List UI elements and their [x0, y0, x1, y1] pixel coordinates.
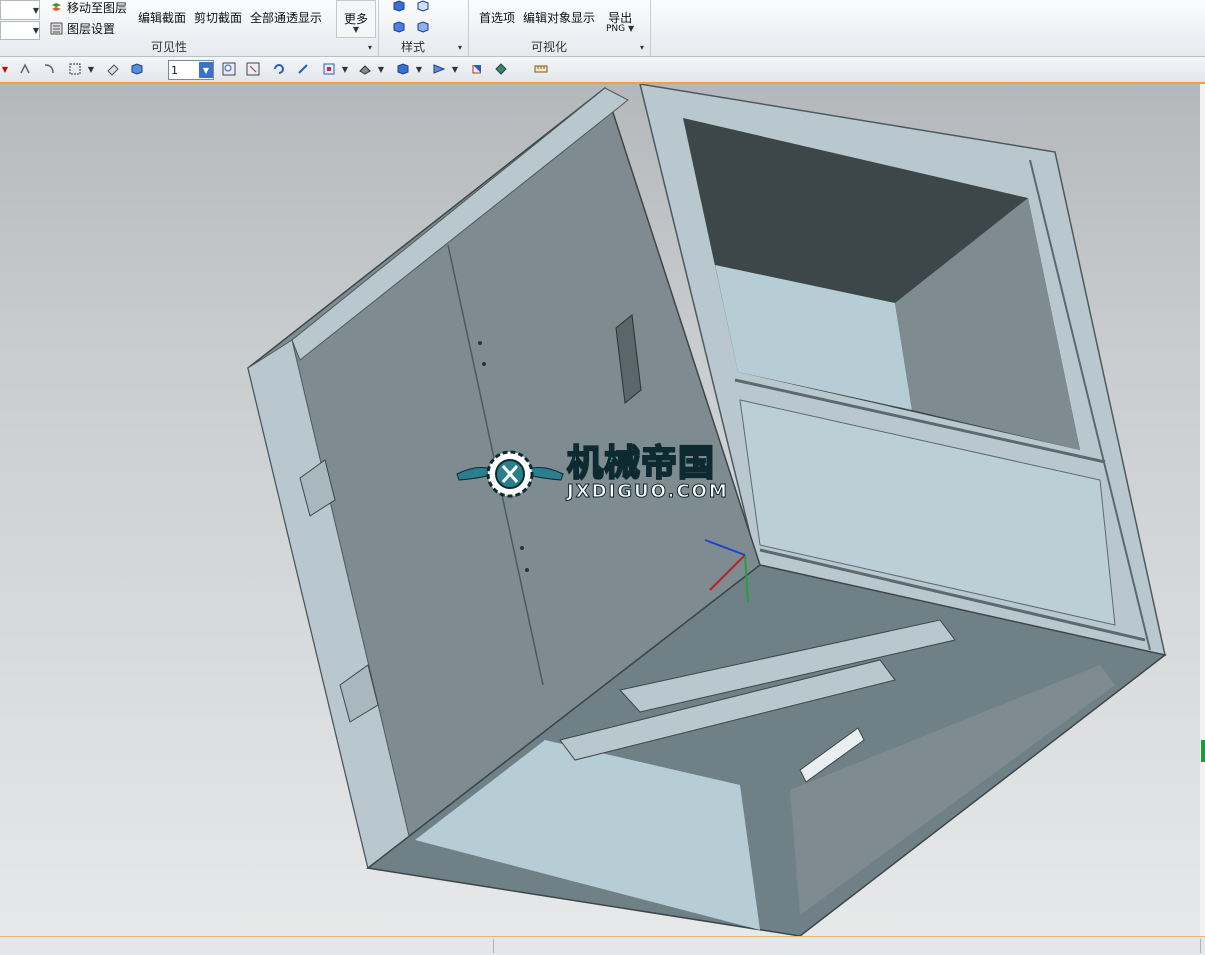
edit-object-display-label: 编辑对象显示: [523, 11, 596, 25]
status-divider: [493, 939, 494, 953]
view-orient-icon[interactable]: [320, 60, 338, 78]
door-hole: [525, 568, 529, 572]
visualization-group-caption: 可视化: [530, 40, 567, 54]
watermark: 机械帝国 JXDIGUO.COM: [455, 442, 750, 509]
render-style-icon[interactable]: [356, 60, 374, 78]
chevron-down-icon[interactable]: ▼: [450, 60, 460, 78]
preferences-label: 首选项: [479, 11, 516, 25]
show-all-transparent-button[interactable]: 全部通透显示: [250, 9, 322, 26]
ribbon-dropdown-1[interactable]: ▼: [0, 0, 40, 20]
clip-section-button[interactable]: 剪切截面: [194, 9, 242, 26]
select-filter-dropdown[interactable]: ▼: [0, 60, 10, 78]
viewport-right-edge: [1200, 84, 1205, 936]
status-divider: [1200, 939, 1201, 953]
chevron-down-icon[interactable]: ▼: [376, 60, 386, 78]
pan-icon[interactable]: [294, 60, 312, 78]
door-hole: [482, 362, 486, 366]
door-hole: [478, 341, 482, 345]
section-view-icon[interactable]: [468, 60, 486, 78]
edit-section-icon[interactable]: [492, 60, 510, 78]
preferences-button[interactable]: 首选项: [479, 9, 515, 26]
cabinet-model[interactable]: [0, 84, 1200, 936]
gear-wings-logo: [456, 450, 564, 498]
chevron-down-icon: ▼: [352, 25, 360, 34]
zoom-window-icon[interactable]: [244, 60, 262, 78]
move-to-layer-button[interactable]: 移动至图层: [50, 0, 127, 16]
layer-select[interactable]: 1 ▼: [168, 60, 214, 80]
style-group: 样式 ▾: [378, 0, 469, 56]
style-group-caption: 样式: [400, 40, 425, 54]
chevron-down-icon[interactable]: ▼: [340, 60, 350, 78]
chevron-down-icon: ▼: [32, 26, 39, 35]
edit-section-button[interactable]: 编辑截面: [138, 9, 186, 26]
door-hole: [520, 546, 524, 550]
layer-settings-label: 图层设置: [67, 22, 116, 36]
group-expand-icon[interactable]: ▾: [368, 43, 372, 52]
chevron-down-icon[interactable]: ▼: [86, 60, 96, 78]
status-bar: [0, 936, 1205, 955]
shaded-cube-icon[interactable]: [392, 0, 406, 12]
layer-settings-icon: [50, 22, 63, 35]
edit-section-label: 编辑截面: [138, 11, 187, 25]
show-all-transparent-label: 全部通透显示: [250, 11, 323, 25]
export-format-row: PNG ▼: [606, 24, 634, 34]
export-format-label: PNG: [606, 24, 626, 34]
layer-select-value: 1: [171, 63, 178, 77]
resource-bar-tab[interactable]: [1201, 740, 1205, 762]
chevron-down-icon[interactable]: ▼: [414, 60, 424, 78]
watermark-brand-cn: 机械帝国: [566, 442, 716, 485]
clip-section-label: 剪切截面: [194, 11, 243, 25]
rectangle-select-icon[interactable]: [66, 60, 84, 78]
snap-point-icon[interactable]: [16, 60, 34, 78]
shaded-view-icon[interactable]: [394, 60, 412, 78]
chevron-down-icon: ▼: [1, 64, 9, 74]
more-button[interactable]: 更多 ▼: [336, 0, 376, 38]
lighting-icon[interactable]: [430, 60, 448, 78]
group-expand-icon[interactable]: ▾: [640, 43, 644, 52]
wireframe-cube-icon[interactable]: [416, 0, 430, 12]
move-to-layer-label: 移动至图层: [67, 1, 128, 15]
measure-icon[interactable]: [532, 60, 550, 78]
chevron-down-icon: ▼: [628, 24, 635, 33]
view-toolbar: ▼ ▼ 1 ▼ ▼ ▼ ▼ ▼: [0, 57, 1205, 84]
export-button[interactable]: 导出 PNG ▼: [606, 9, 634, 34]
visibility-group-caption: 可见性: [150, 40, 187, 54]
snap-arc-icon[interactable]: [40, 60, 58, 78]
edit-object-display-button[interactable]: 编辑对象显示: [523, 9, 595, 26]
rotate-icon[interactable]: [270, 60, 288, 78]
visualization-group: 首选项 编辑对象显示 导出 PNG ▼ 可视化 ▾: [468, 0, 651, 56]
graphics-viewport[interactable]: 机械帝国 JXDIGUO.COM: [0, 84, 1200, 936]
visibility-group: ▼ ▼ 移动至图层 图层设置 编辑截面 剪切截面 全部通透显示 更多 ▼ 可见性…: [0, 0, 379, 56]
watermark-brand-en: JXDIGUO.COM: [567, 481, 729, 503]
ribbon: ▼ ▼ 移动至图层 图层设置 编辑截面 剪切截面 全部通透显示 更多 ▼ 可见性…: [0, 0, 1205, 57]
hidden-edges-cube-icon[interactable]: [416, 20, 430, 34]
chevron-down-icon: ▼: [32, 5, 39, 15]
shaded-edges-cube-icon[interactable]: [392, 20, 406, 34]
layer-move-icon: [52, 3, 61, 11]
layer-settings-button[interactable]: 图层设置: [50, 20, 115, 37]
group-expand-icon[interactable]: ▾: [458, 43, 462, 52]
cube-view-icon[interactable]: [128, 60, 146, 78]
chevron-down-icon: ▼: [199, 62, 213, 78]
eraser-icon[interactable]: [104, 60, 122, 78]
zoom-fit-icon[interactable]: [220, 60, 238, 78]
